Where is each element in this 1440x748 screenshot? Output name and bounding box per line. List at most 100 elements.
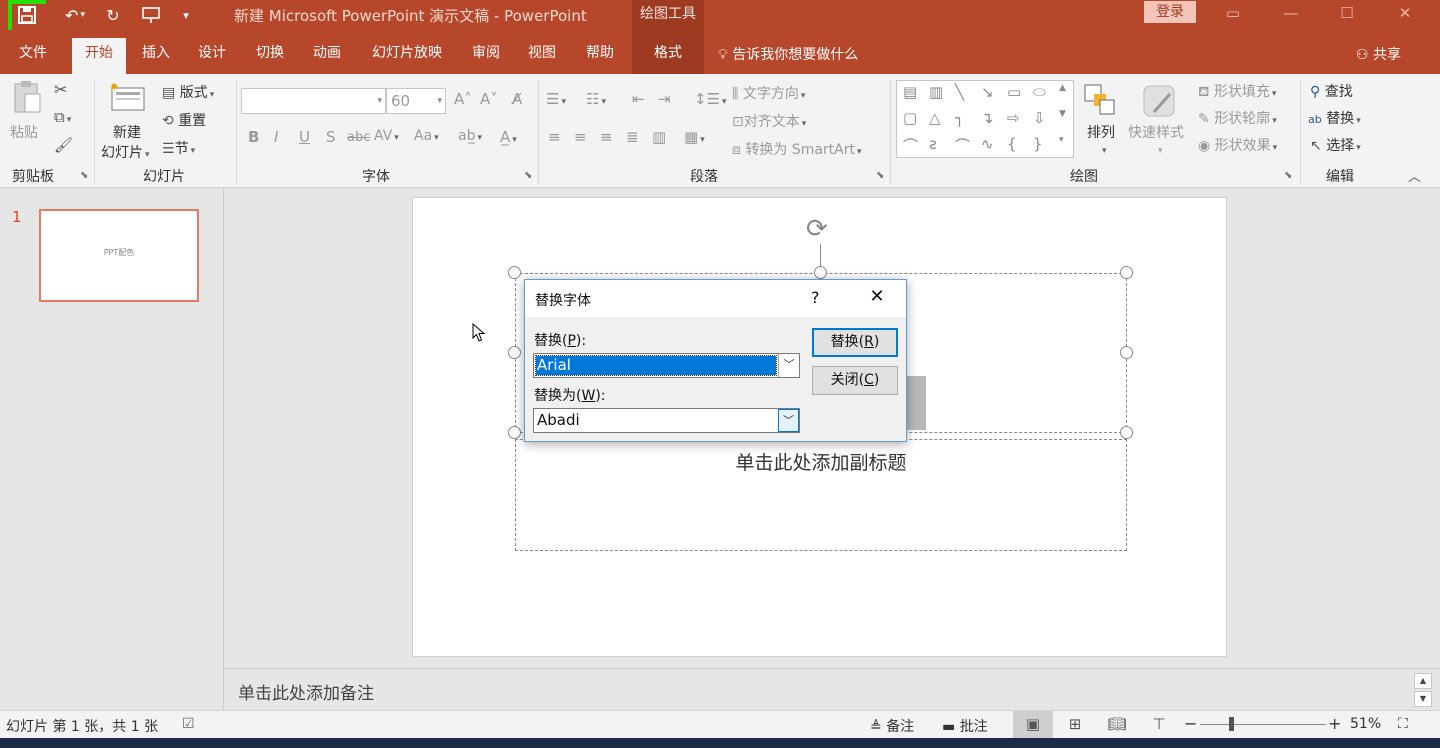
- redo-button[interactable]: ↻: [100, 4, 126, 26]
- rectangle-shape-icon[interactable]: ▭: [1007, 83, 1021, 101]
- replace-button[interactable]: ab 替换 ▾: [1308, 108, 1361, 128]
- new-slide-dropdown[interactable]: 幻灯片 ▾: [101, 142, 150, 162]
- close-window-button[interactable]: ✕: [1382, 0, 1428, 28]
- resize-handle-right[interactable]: [1120, 346, 1133, 359]
- zoom-out-button[interactable]: −: [1184, 714, 1197, 733]
- highlight-button[interactable]: ab̲ ▾: [458, 128, 482, 144]
- save-button[interactable]: [8, 0, 46, 30]
- copy-button[interactable]: ⧉ ▾: [54, 108, 71, 126]
- triangle-shape-icon[interactable]: △: [929, 109, 941, 127]
- numbering-button[interactable]: ☷ ▾: [586, 90, 606, 108]
- tab-help[interactable]: 帮助: [574, 38, 626, 74]
- scribble-shape-icon[interactable]: ƨ: [929, 135, 937, 153]
- zoom-in-button[interactable]: +: [1328, 714, 1341, 733]
- resize-handle-bottom-right[interactable]: [1120, 426, 1133, 439]
- quick-styles-button[interactable]: [1128, 82, 1192, 124]
- font-color-button[interactable]: A̲ ▾: [500, 128, 517, 146]
- close-dialog-button[interactable]: 关闭(C): [812, 366, 898, 395]
- zoom-level[interactable]: 51%: [1350, 716, 1381, 732]
- format-painter-button[interactable]: 🖌︎: [54, 136, 73, 154]
- line-spacing-button[interactable]: ↕☰ ▾: [694, 90, 727, 108]
- dialog-close-button[interactable]: ✕: [865, 286, 889, 307]
- resize-handle-top[interactable]: [814, 266, 827, 279]
- align-right-button[interactable]: ≡: [600, 128, 613, 146]
- undo-button[interactable]: ↶ ▾: [56, 4, 94, 26]
- minimize-button[interactable]: —: [1268, 0, 1314, 28]
- clipboard-launcher[interactable]: ⬊: [80, 170, 88, 181]
- convert-smartart-button[interactable]: ⧈ 转换为 SmartArt ▾: [732, 139, 862, 159]
- vertical-textbox-shape-icon[interactable]: ▥: [929, 83, 943, 101]
- text-direction-button[interactable]: ⫼ 文字方向 ▾: [732, 83, 805, 103]
- align-center-button[interactable]: ≡: [574, 128, 587, 146]
- dialog-help-button[interactable]: ?: [811, 288, 820, 307]
- notes-toggle-button[interactable]: ≜ 备注: [870, 716, 914, 736]
- elbow-arrow-shape-icon[interactable]: ↴: [981, 109, 994, 127]
- decrease-indent-button[interactable]: ⇤: [632, 90, 645, 108]
- replace-font-combobox[interactable]: Arial ﹀: [533, 353, 800, 378]
- layout-button[interactable]: ▤ 版式 ▾: [162, 82, 214, 102]
- line-shape-icon[interactable]: ╲: [955, 83, 964, 101]
- section-button[interactable]: ☰节 ▾: [162, 138, 195, 158]
- columns-button[interactable]: ▦ ▾: [684, 128, 705, 146]
- maximize-button[interactable]: ☐: [1324, 0, 1370, 28]
- italic-button[interactable]: I: [274, 128, 278, 146]
- customize-quick-access-button[interactable]: ▾: [176, 4, 196, 26]
- zoom-slider-thumb[interactable]: [1229, 717, 1234, 731]
- down-arrow-shape-icon[interactable]: ⇩: [1033, 109, 1046, 127]
- replace-button[interactable]: 替换(R): [812, 328, 898, 357]
- chevron-down-icon[interactable]: ﹀: [778, 354, 799, 377]
- char-spacing-button[interactable]: AV ▾: [374, 128, 399, 144]
- replace-with-combobox[interactable]: Abadi ﹀: [533, 408, 800, 433]
- zoom-slider[interactable]: [1200, 724, 1326, 725]
- shapes-gallery[interactable]: ▤ ▥ ╲ ↘ ▭ ⬭ ▢ △ ┐ ↴ ⇨ ⇩ ⌒ ƨ ⌒ ∿ { } ▲ ▼ …: [896, 80, 1074, 158]
- tab-animations[interactable]: 动画: [300, 38, 354, 74]
- gallery-scroll-up-icon[interactable]: ▲: [1059, 83, 1066, 93]
- paragraph-launcher[interactable]: ⬊: [876, 170, 884, 181]
- bullets-button[interactable]: ☰ ▾: [546, 90, 566, 108]
- tab-design[interactable]: 设计: [186, 38, 238, 74]
- accessibility-button[interactable]: ☑: [182, 716, 195, 732]
- reading-view-button[interactable]: 📖︎: [1097, 711, 1137, 738]
- new-slide-button[interactable]: ✸: [108, 80, 148, 118]
- shape-outline-button[interactable]: ✎ 形状轮廓 ▾: [1198, 108, 1277, 128]
- change-case-button[interactable]: Aa ▾: [414, 128, 439, 144]
- distributed-button[interactable]: ▥: [652, 128, 666, 146]
- slide-sorter-view-button[interactable]: ⊞: [1055, 711, 1095, 738]
- arrow-line-shape-icon[interactable]: ↘: [981, 83, 994, 101]
- tab-file[interactable]: 文件: [6, 38, 60, 74]
- shrink-font-button[interactable]: A˅: [480, 90, 498, 108]
- shape-fill-button[interactable]: ⛾ 形状填充 ▾: [1198, 81, 1276, 102]
- freeform-shape-icon[interactable]: ⌒: [903, 135, 918, 156]
- tab-transitions[interactable]: 切换: [244, 38, 296, 74]
- select-button[interactable]: ↖ 选择 ▾: [1310, 135, 1361, 155]
- cut-button[interactable]: ✂: [54, 80, 67, 99]
- strikethrough-button[interactable]: abc: [347, 130, 370, 145]
- oval-shape-icon[interactable]: ⬭: [1033, 83, 1046, 101]
- drawing-launcher[interactable]: ⬊: [1284, 170, 1292, 181]
- bold-button[interactable]: B: [248, 128, 259, 146]
- notes-pane[interactable]: 单击此处添加备注 ▲ ▼: [224, 668, 1440, 710]
- subtitle-placeholder[interactable]: 单击此处添加副标题: [515, 439, 1127, 551]
- normal-view-button[interactable]: ▣: [1013, 711, 1053, 738]
- collapse-ribbon-button[interactable]: ︿: [1408, 166, 1421, 185]
- font-launcher[interactable]: ⬊: [524, 170, 532, 181]
- start-slideshow-button[interactable]: [138, 4, 164, 26]
- chevron-down-icon[interactable]: ﹀: [778, 409, 799, 432]
- fit-to-window-button[interactable]: ⛶: [1398, 716, 1408, 732]
- resize-handle-left[interactable]: [508, 346, 521, 359]
- login-button[interactable]: 登录: [1144, 1, 1196, 23]
- share-button[interactable]: ⚇ 共享: [1356, 44, 1401, 64]
- right-brace-shape-icon[interactable]: }: [1033, 135, 1043, 153]
- tab-view[interactable]: 视图: [516, 38, 568, 74]
- underline-button[interactable]: U: [299, 128, 310, 146]
- align-left-button[interactable]: ≡: [548, 128, 561, 146]
- clear-formatting-button[interactable]: A̸: [512, 90, 522, 108]
- increase-indent-button[interactable]: ⇥: [658, 90, 671, 108]
- arc-shape-icon[interactable]: ⌒: [955, 135, 970, 156]
- rounded-rect-shape-icon[interactable]: ▢: [903, 109, 917, 127]
- left-brace-shape-icon[interactable]: {: [1007, 135, 1017, 153]
- comments-toggle-button[interactable]: ▬ 批注: [942, 716, 988, 736]
- resize-handle-top-right[interactable]: [1120, 266, 1133, 279]
- scroll-up-button[interactable]: ▲: [1414, 673, 1432, 689]
- tab-home[interactable]: 开始: [72, 38, 126, 74]
